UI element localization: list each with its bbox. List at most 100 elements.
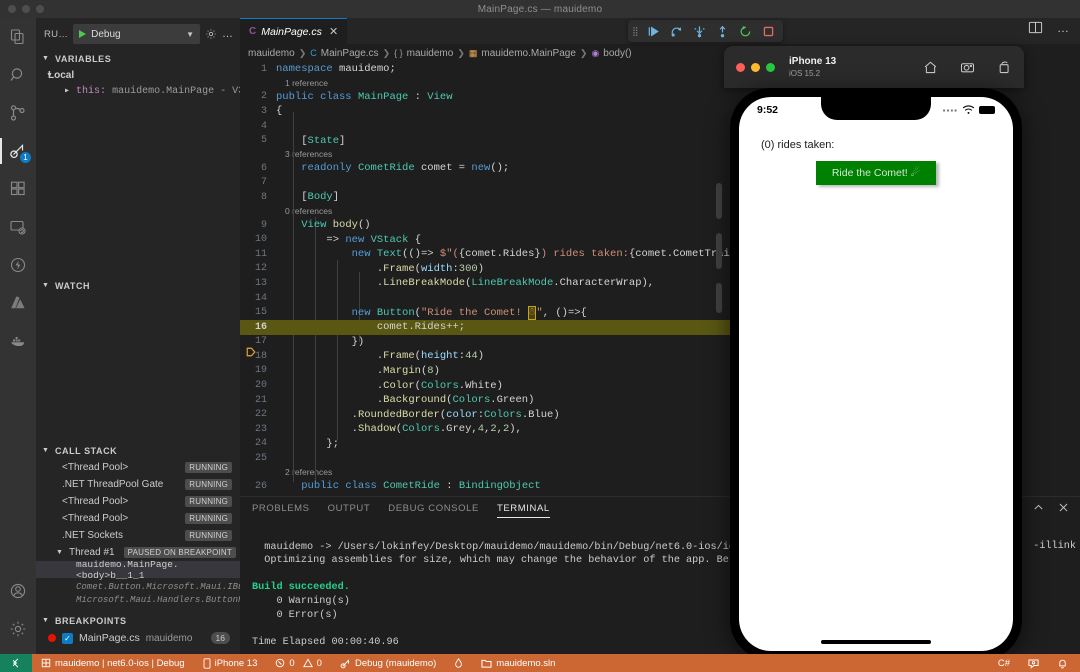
status-language-mode[interactable]: C# [989, 654, 1019, 672]
source-control-icon[interactable] [0, 94, 36, 132]
more-actions-icon[interactable]: … [222, 28, 234, 40]
code-line: 1 namespace mauidemo; [240, 62, 730, 77]
codelens-references[interactable]: 3 references [240, 148, 730, 161]
tab-output[interactable]: OUTPUT [328, 503, 371, 517]
status-target-device[interactable]: iPhone 13 [194, 654, 267, 672]
home-icon[interactable] [923, 60, 938, 75]
breakpoint-row[interactable]: ✓ MainPage.cs mauidemo 16 [36, 629, 240, 647]
thread-state-badge: RUNNING [185, 530, 232, 541]
line-number: 4 [260, 120, 267, 132]
extensions-icon[interactable] [0, 170, 36, 208]
callstack-thread-row[interactable]: <Thread Pool> RUNNING [36, 459, 240, 476]
search-icon[interactable] [0, 56, 36, 94]
split-editor-button[interactable] [1028, 20, 1043, 35]
status-flame-indicator[interactable] [445, 654, 472, 672]
stop-button[interactable] [762, 25, 775, 38]
breadcrumb-item-method[interactable]: body() [603, 48, 631, 59]
chevron-right-icon[interactable]: ▸ [64, 86, 70, 97]
callstack-thread-row[interactable]: .NET ThreadPool Gate RUNNING [36, 476, 240, 493]
run-and-debug-icon[interactable]: 1 [0, 132, 36, 170]
status-solution-file[interactable]: mauidemo.sln [472, 654, 564, 672]
editor-scrollbar-marker[interactable] [716, 233, 722, 269]
breadcrumb-item-project[interactable]: mauidemo [248, 48, 295, 59]
start-debugging-icon[interactable] [79, 30, 87, 38]
drag-handle[interactable]: ⣿ [632, 26, 638, 37]
remote-window-icon[interactable] [0, 654, 32, 672]
iphone-simulator[interactable]: 9:52 ▪▪▪▪ (0) rides taken: Ride the Come… [730, 88, 1022, 660]
breadcrumb-item-file[interactable]: MainPage.cs [321, 48, 379, 59]
status-problems-count[interactable]: 0 0 [266, 654, 331, 672]
simulator-close-button[interactable] [736, 62, 745, 72]
thread-state-badge: RUNNING [185, 462, 232, 473]
variable-row-this[interactable]: ▸ this: mauidemo.MainPage - V3YAG… [36, 83, 268, 99]
explorer-icon[interactable] [0, 18, 36, 56]
line-number: 11 [254, 248, 267, 260]
close-icon[interactable]: ✕ [329, 25, 338, 38]
rotate-icon[interactable] [997, 60, 1012, 75]
error-icon [275, 658, 285, 668]
callstack-thread-row[interactable]: <Thread Pool> RUNNING [36, 493, 240, 510]
debug-icon [340, 658, 351, 669]
step-into-button[interactable] [693, 25, 706, 38]
section-header-variables[interactable]: ▼ VARIABLES [36, 50, 240, 67]
code-line: 23 .Shadow(Colors.Grey,4,2,2), [240, 422, 730, 437]
debug-toolbar[interactable]: ⣿ [628, 20, 783, 42]
chevron-up-icon[interactable] [1032, 501, 1045, 514]
chevron-right-icon: ❯ [298, 47, 307, 58]
close-icon[interactable] [1057, 501, 1070, 514]
simulator-zoom-button[interactable] [766, 62, 775, 72]
codelens-references[interactable]: 2 references [240, 466, 730, 479]
tab-problems[interactable]: PROBLEMS [252, 503, 310, 517]
step-out-button[interactable] [716, 25, 729, 38]
launch-configuration-select[interactable]: Debug ▼ [73, 24, 200, 44]
editor-scrollbar-marker[interactable] [716, 283, 722, 313]
simulator-minimize-button[interactable] [751, 62, 760, 72]
code-editor[interactable]: 1 namespace mauidemo; 1 reference 2 public… [240, 62, 730, 514]
tab-terminal[interactable]: TERMINAL [496, 503, 550, 518]
section-header-breakpoints[interactable]: ▼ BREAKPOINTS [36, 612, 240, 629]
settings-gear-icon[interactable] [0, 610, 36, 648]
simulator-screen[interactable]: 9:52 ▪▪▪▪ (0) rides taken: Ride the Come… [739, 97, 1013, 651]
codelens-references[interactable]: 1 reference [240, 77, 730, 90]
codelens-references[interactable]: 0 references [240, 205, 730, 218]
thread-label: <Thread Pool> [62, 462, 129, 473]
breakpoint-checkbox[interactable]: ✓ [62, 632, 73, 644]
account-icon[interactable] [0, 572, 36, 610]
screenshot-icon[interactable] [960, 60, 975, 75]
section-header-callstack[interactable]: ▼ CALL STACK [36, 442, 240, 459]
breakpoint-marker-icon[interactable] [246, 323, 256, 357]
callstack-frame-row[interactable]: Comet.Button.Microsoft.Maui.IBut [36, 578, 249, 595]
ride-the-comet-button[interactable]: Ride the Comet! ☄ [816, 161, 936, 185]
lightning-icon[interactable] [0, 246, 36, 284]
breadcrumb-item-class[interactable]: mauidemo.MainPage [481, 48, 576, 59]
remote-explorer-icon[interactable] [0, 208, 36, 246]
section-header-watch[interactable]: ▼ WATCH [36, 277, 240, 294]
run-panel-header: RU… Debug ▼ … [36, 18, 240, 50]
variables-scope-local[interactable]: ▼ Local [36, 67, 240, 83]
callstack-frame-row[interactable]: mauidemo.MainPage.<body>b__1_1 [36, 559, 240, 581]
tab-mainpage-cs[interactable]: C MainPage.cs ✕ [240, 18, 348, 44]
editor-scrollbar-marker[interactable] [716, 183, 722, 219]
status-notifications[interactable] [1048, 654, 1080, 672]
line-number: 10 [254, 234, 267, 246]
line-number: 24 [254, 438, 267, 450]
continue-button[interactable] [647, 25, 660, 38]
callstack-frame-row[interactable]: Microsoft.Maui.Handlers.ButtonHa [36, 595, 240, 605]
chevron-down-icon[interactable]: ▼ [186, 30, 194, 39]
callstack-thread-row[interactable]: .NET Sockets RUNNING [36, 527, 240, 544]
step-over-button[interactable] [670, 25, 683, 38]
status-project-config[interactable]: mauidemo | net6.0-ios | Debug [32, 654, 194, 672]
tab-debug-console[interactable]: DEBUG CONSOLE [388, 503, 479, 517]
restart-button[interactable] [739, 25, 752, 38]
breadcrumb-item-namespace[interactable]: mauidemo [407, 48, 454, 59]
callstack-title: CALL STACK [55, 445, 118, 456]
debug-settings-gear-icon[interactable] [205, 28, 217, 40]
status-debug-session[interactable]: Debug (mauidemo) [331, 654, 445, 672]
callstack-thread-row[interactable]: <Thread Pool> RUNNING [36, 510, 240, 527]
docker-icon[interactable] [0, 322, 36, 360]
azure-icon[interactable] [0, 284, 36, 322]
more-actions-button[interactable]: … [1057, 21, 1070, 35]
simulator-traffic-lights[interactable] [736, 62, 775, 72]
status-feedback[interactable] [1019, 654, 1048, 672]
code-line: 3{ [240, 104, 730, 119]
